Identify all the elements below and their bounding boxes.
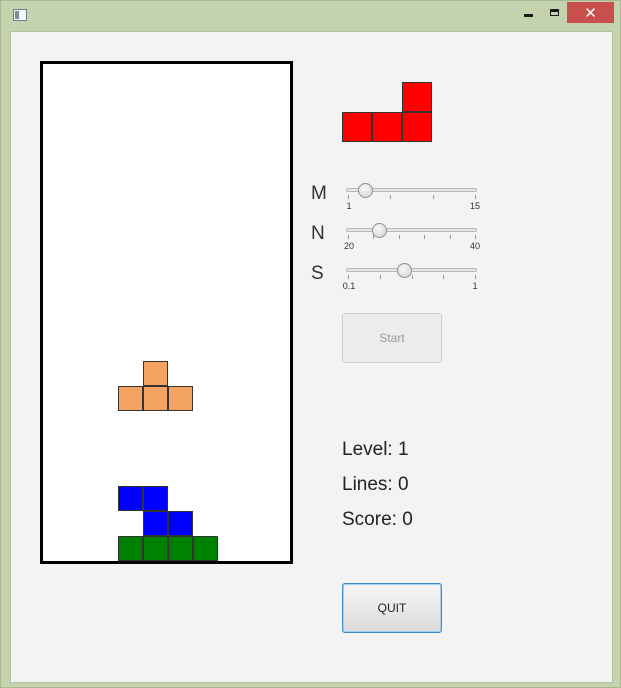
slider-max-label: 40	[469, 241, 481, 251]
slider-tick	[475, 235, 476, 239]
slider-tick	[399, 235, 400, 239]
slider-label-n: N	[311, 223, 325, 244]
quit-button[interactable]: QUIT	[342, 583, 442, 633]
slider-s[interactable]: 0.1 1	[342, 263, 478, 303]
lines-text: Lines: 0	[342, 474, 409, 495]
title-bar[interactable]: ✕	[1, 1, 621, 31]
score-text: Score: 0	[342, 509, 413, 530]
slider-track[interactable]	[346, 228, 477, 232]
slider-min-label: 0.1	[342, 281, 356, 291]
slider-m[interactable]: 1 15	[346, 183, 481, 223]
slider-tick	[424, 235, 425, 239]
slider-tick	[412, 275, 413, 279]
slider-thumb[interactable]	[397, 263, 412, 278]
board-cell-green-piece	[143, 536, 168, 561]
board-cell-green-piece	[168, 536, 193, 561]
board-cell-blue-piece	[118, 486, 143, 511]
slider-min-label: 1	[346, 201, 352, 211]
slider-tick	[348, 275, 349, 279]
slider-tick	[475, 275, 476, 279]
slider-tick	[443, 275, 444, 279]
board-cell-falling-piece	[143, 386, 168, 411]
board-cell-falling-piece	[143, 361, 168, 386]
app-window: ✕ M 1 15 N 20 40 S 0.1 1 Start Level: 1 Lin…	[0, 0, 621, 688]
slider-thumb[interactable]	[372, 223, 387, 238]
slider-tick	[348, 195, 349, 199]
slider-max-label: 1	[472, 281, 478, 291]
minimize-button[interactable]	[517, 1, 539, 23]
board-cell-falling-piece	[118, 386, 143, 411]
start-button[interactable]: Start	[342, 313, 442, 363]
slider-tick	[390, 195, 391, 199]
minimize-icon	[523, 13, 533, 17]
board-cell-green-piece	[193, 536, 218, 561]
board-cell-blue-piece	[168, 511, 193, 536]
next-piece-cell	[402, 112, 432, 142]
level-text: Level: 1	[342, 439, 409, 460]
close-button[interactable]: ✕	[567, 2, 614, 23]
slider-tick	[450, 235, 451, 239]
maximize-icon	[549, 8, 559, 16]
slider-max-label: 15	[469, 201, 481, 211]
app-window-icon	[13, 9, 27, 21]
maximize-button[interactable]	[543, 1, 565, 23]
slider-n[interactable]: 20 40	[343, 223, 481, 263]
next-piece-cell	[342, 112, 372, 142]
slider-tick	[348, 235, 349, 239]
board-cell-blue-piece	[143, 486, 168, 511]
board-cell-falling-piece	[168, 386, 193, 411]
slider-tick	[433, 195, 434, 199]
slider-thumb[interactable]	[358, 183, 373, 198]
slider-tick	[475, 195, 476, 199]
board-cell-blue-piece	[143, 511, 168, 536]
next-piece-cell	[372, 112, 402, 142]
slider-label-s: S	[311, 263, 324, 284]
slider-min-label: 20	[343, 241, 355, 251]
close-icon: ✕	[584, 4, 597, 22]
game-board	[40, 61, 293, 564]
next-piece-cell	[402, 82, 432, 112]
slider-tick	[380, 275, 381, 279]
board-cell-green-piece	[118, 536, 143, 561]
slider-label-m: M	[311, 183, 327, 204]
